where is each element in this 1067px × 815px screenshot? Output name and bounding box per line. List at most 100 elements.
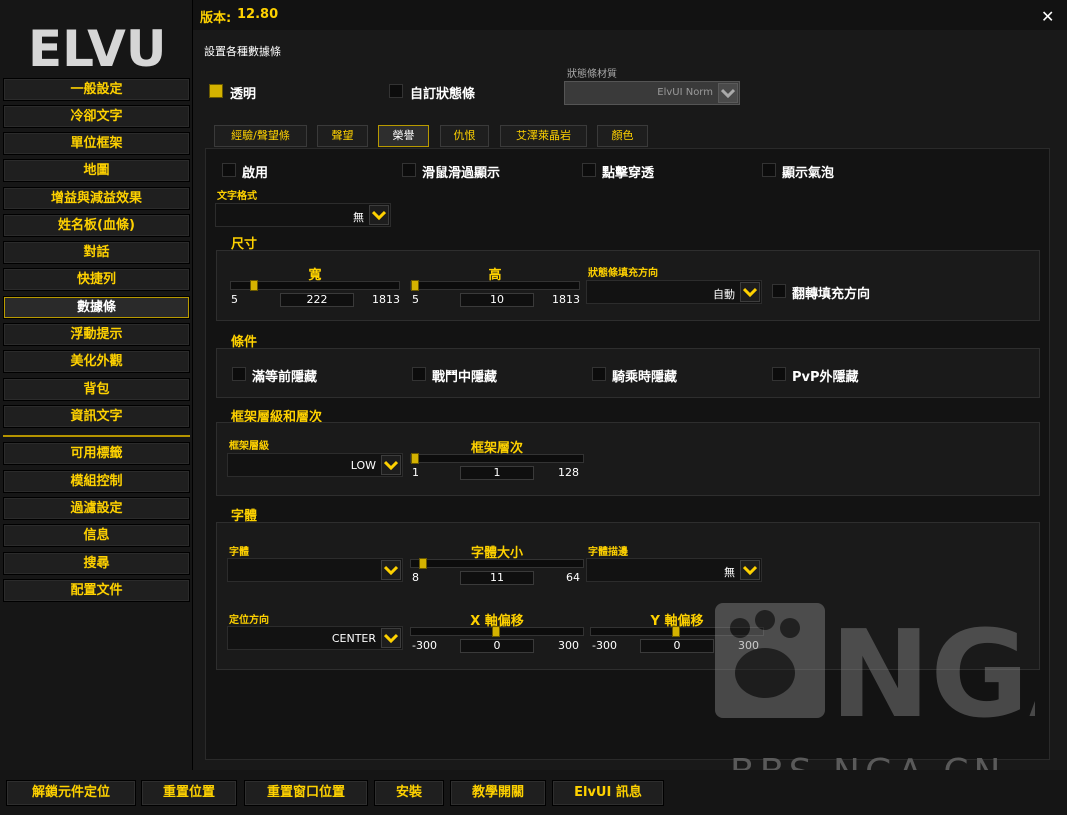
font-dropdown[interactable] (227, 558, 403, 582)
frame-level-slider[interactable] (410, 453, 584, 464)
custom-bar-checkbox[interactable] (389, 84, 403, 98)
anchor-value: CENTER (331, 632, 376, 645)
sidebar-item-nameplates[interactable]: 姓名板(血條) (3, 214, 190, 237)
tab-colors[interactable]: 顏色 (597, 125, 648, 147)
height-slider[interactable] (410, 280, 580, 291)
elvui-info-button[interactable]: ElvUI 訊息 (552, 780, 664, 806)
sidebar-item-info[interactable]: 信息 (3, 524, 190, 547)
sidebar-item-chat[interactable]: 對話 (3, 241, 190, 264)
show-tooltip-checkbox[interactable] (762, 163, 776, 177)
height-value-box[interactable]: 10 (460, 293, 534, 307)
frame-level-max: 128 (558, 466, 579, 479)
sidebar-separator (3, 435, 190, 437)
x-offset-value-box[interactable]: 0 (460, 639, 534, 653)
unlock-frames-button[interactable]: 解鎖元件定位 (6, 780, 136, 806)
y-offset-value-box[interactable]: 0 (640, 639, 714, 653)
sidebar-item-skins[interactable]: 美化外觀 (3, 350, 190, 373)
width-max: 1813 (372, 293, 400, 306)
reset-window-position-button[interactable]: 重置窗口位置 (244, 780, 368, 806)
mouseover-label: 滑鼠滑過顯示 (422, 166, 501, 181)
chevron-down-icon (369, 205, 389, 225)
hide-outside-pvp-label: PvP外隱藏 (792, 370, 859, 385)
font-outline-label: 字體描邊 (588, 547, 628, 558)
chevron-down-icon (740, 282, 760, 302)
page-heading: 設置各種數據條 (204, 45, 281, 58)
enable-label: 啟用 (242, 166, 269, 181)
sidebar-item-general[interactable]: 一般設定 (3, 78, 190, 101)
reverse-fill-label: 翻轉填充方向 (792, 287, 871, 302)
text-format-label: 文字格式 (217, 191, 257, 202)
sidebar-item-profiles[interactable]: 配置文件 (3, 579, 190, 602)
tab-honor[interactable]: 榮譽 (378, 125, 429, 147)
svg-text:NGA: NGA (830, 606, 1035, 728)
anchor-label: 定位方向 (229, 615, 269, 626)
tab-threat[interactable]: 仇恨 (440, 125, 489, 147)
text-format-dropdown[interactable]: 無 (215, 203, 391, 227)
sidebar-item-tooltip[interactable]: 浮動提示 (3, 323, 190, 346)
y-offset-slider-thumb[interactable] (672, 626, 680, 637)
reset-positions-button[interactable]: 重置位置 (141, 780, 237, 806)
height-slider-thumb[interactable] (411, 280, 420, 291)
sidebar-item-unitframes[interactable]: 單位框架 (3, 132, 190, 155)
tab-azerite[interactable]: 艾澤萊晶岩 (500, 125, 587, 147)
hide-in-combat-label: 戰鬥中隱藏 (432, 370, 498, 385)
font-size-min: 8 (412, 571, 419, 584)
sidebar-item-datatexts[interactable]: 資訊文字 (3, 405, 190, 428)
width-slider[interactable] (230, 280, 400, 291)
width-slider-thumb[interactable] (249, 280, 258, 291)
orientation-value: 自動 (713, 288, 735, 301)
orientation-dropdown[interactable]: 自動 (586, 280, 762, 304)
clickthrough-checkbox[interactable] (582, 163, 596, 177)
sidebar-item-auras[interactable]: 增益與減益效果 (3, 187, 190, 210)
font-size-value-box[interactable]: 11 (460, 571, 534, 585)
x-offset-slider-thumb[interactable] (492, 626, 500, 637)
version-value: 12.80 (237, 7, 279, 22)
frame-level-slider-thumb[interactable] (411, 453, 419, 464)
transparent-checkbox[interactable] (209, 84, 223, 98)
sidebar-item-cooldown-text[interactable]: 冷卻文字 (3, 105, 190, 128)
sidebar-item-actionbars[interactable]: 快捷列 (3, 268, 190, 291)
hide-outside-pvp-checkbox[interactable] (772, 367, 786, 381)
chevron-down-icon (740, 560, 760, 580)
clickthrough-label: 點擊穿透 (602, 166, 655, 181)
sidebar-item-filters[interactable]: 過濾設定 (3, 497, 190, 520)
sidebar-item-search[interactable]: 搜尋 (3, 552, 190, 575)
font-outline-dropdown[interactable]: 無 (586, 558, 762, 582)
svg-text:ELVUI: ELVUI (28, 20, 168, 72)
sidebar-item-modules[interactable]: 模組控制 (3, 470, 190, 493)
tab-reputation[interactable]: 聲望 (317, 125, 368, 147)
height-max: 1813 (552, 293, 580, 306)
custom-bar-label: 自訂狀態條 (410, 87, 476, 102)
orientation-label: 狀態條填充方向 (588, 268, 658, 279)
font-label: 字體 (229, 547, 249, 558)
hide-below-max-checkbox[interactable] (232, 367, 246, 381)
reverse-fill-checkbox[interactable] (772, 284, 786, 298)
sidebar-item-maps[interactable]: 地圖 (3, 159, 190, 182)
tab-experience[interactable]: 經驗/聲望條 (214, 125, 307, 147)
tutorial-toggle-button[interactable]: 教學開關 (450, 780, 546, 806)
enable-checkbox[interactable] (222, 163, 236, 177)
texture-value: ElvUI Norm (657, 87, 713, 98)
font-size-slider-thumb[interactable] (419, 558, 428, 569)
mouseover-checkbox[interactable] (402, 163, 416, 177)
width-value-box[interactable]: 222 (280, 293, 354, 307)
chevron-down-icon (381, 455, 401, 475)
hide-in-combat-checkbox[interactable] (412, 367, 426, 381)
x-offset-slider[interactable] (410, 626, 584, 637)
frame-strata-label: 框架層級 (229, 441, 269, 452)
frame-level-value-box[interactable]: 1 (460, 466, 534, 480)
frame-strata-dropdown[interactable]: LOW (227, 453, 403, 477)
close-button[interactable]: ✕ (1041, 7, 1054, 26)
sidebar-item-databars[interactable]: 數據條 (3, 296, 190, 319)
texture-dropdown[interactable]: ElvUI Norm (564, 81, 740, 105)
frame-strata-value: LOW (350, 459, 376, 472)
text-format-value: 無 (353, 211, 364, 224)
transparent-label: 透明 (230, 87, 257, 102)
hide-mounted-checkbox[interactable] (592, 367, 606, 381)
install-button[interactable]: 安裝 (374, 780, 444, 806)
texture-label: 狀態條材質 (567, 69, 617, 80)
sidebar-item-tags[interactable]: 可用標籤 (3, 442, 190, 465)
anchor-dropdown[interactable]: CENTER (227, 626, 403, 650)
font-size-slider[interactable] (410, 558, 584, 569)
sidebar-item-bags[interactable]: 背包 (3, 378, 190, 401)
